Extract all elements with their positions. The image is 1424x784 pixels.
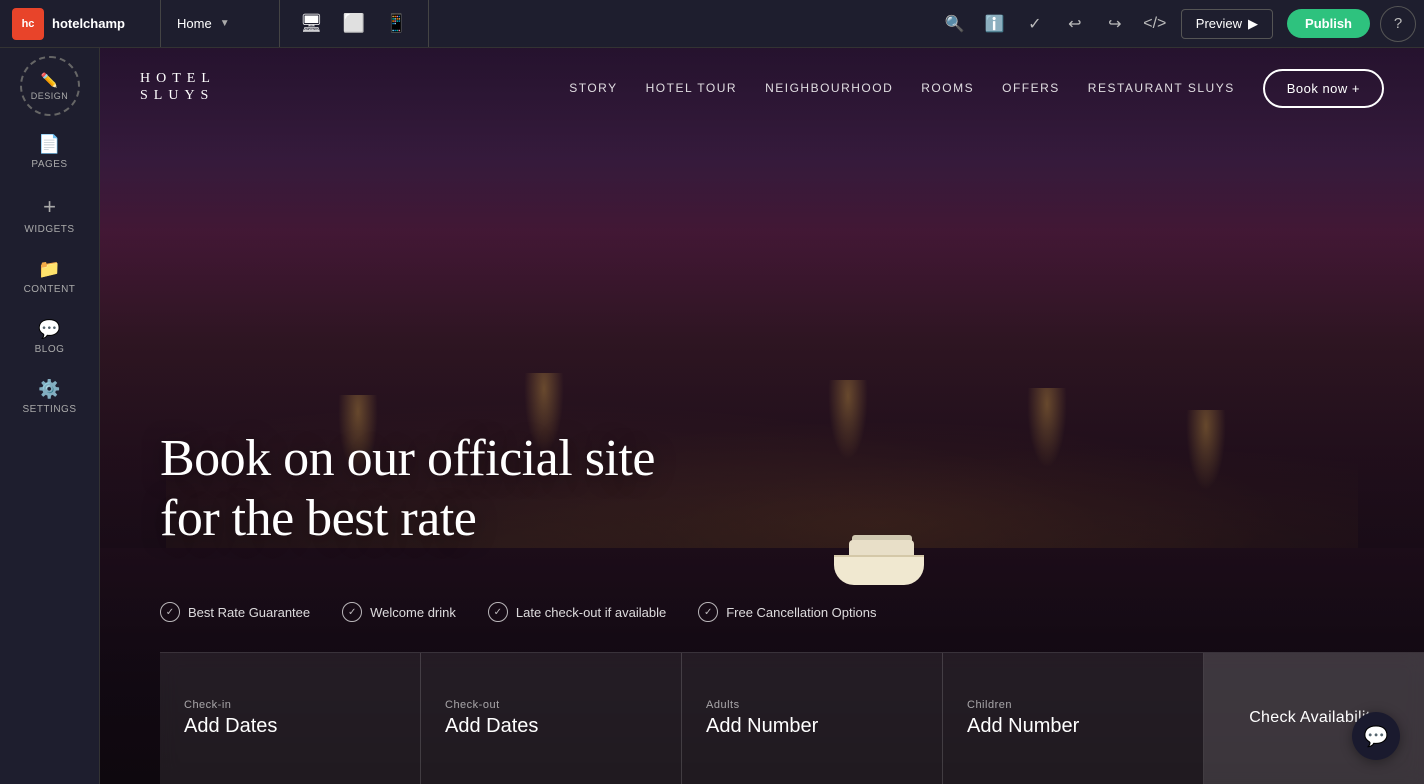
pages-icon: 📄	[38, 134, 60, 155]
content-label: CONTENT	[24, 284, 76, 295]
lamp-glow-3	[828, 380, 868, 460]
hotelchamp-logo-text: hotelchamp	[52, 16, 125, 31]
settings-label: SETTINGS	[22, 404, 76, 415]
adults-value: Add Number	[706, 715, 918, 738]
checkin-label: Check-in	[184, 699, 396, 711]
page-selector-label: Home	[177, 16, 212, 31]
check-icon-2: ✓	[342, 602, 362, 622]
logo-line2: SLUYS	[140, 88, 216, 105]
chat-icon: 💬	[38, 319, 60, 340]
check-icon-4: ✓	[698, 602, 718, 622]
preview-label: Preview	[1196, 16, 1242, 31]
children-label: Children	[967, 699, 1179, 711]
folder-icon: 📁	[38, 259, 60, 280]
redo-button[interactable]: ↪	[1097, 6, 1133, 42]
widgets-label: WIDGETS	[24, 224, 74, 235]
feature-best-rate: ✓ Best Rate Guarantee	[160, 602, 310, 622]
hero-text: Book on our official site for the best r…	[160, 429, 655, 549]
undo-button[interactable]: ↩	[1057, 6, 1093, 42]
nav-rooms[interactable]: ROOMS	[921, 81, 974, 95]
chat-icon: 💬	[1364, 724, 1389, 749]
sidebar-item-widgets[interactable]: + WIDGETS	[10, 184, 90, 245]
plus-icon: +	[43, 194, 56, 220]
site-navigation: HOTEL SLUYS STORY HOTEL TOUR NEIGHBOURHO…	[100, 48, 1424, 128]
booking-bar: Check-in Add Dates Check-out Add Dates A…	[160, 652, 1424, 784]
hero-line1: Book on our official site	[160, 430, 655, 487]
toolbar-actions: 🔍 ℹ️ ✓ ↩ ↪ </> Preview ▶ Publish ?	[929, 6, 1424, 42]
nav-restaurant[interactable]: RESTAURANT SLUYS	[1088, 81, 1235, 95]
chevron-down-icon: ▼	[220, 18, 230, 29]
checkout-value: Add Dates	[445, 715, 657, 738]
canvas: HOTEL SLUYS STORY HOTEL TOUR NEIGHBOURHO…	[100, 48, 1424, 784]
book-now-button[interactable]: Book now +	[1263, 69, 1384, 108]
feature-label-3: Late check-out if available	[516, 605, 666, 620]
preview-button[interactable]: Preview ▶	[1181, 9, 1273, 39]
boat-body	[834, 555, 924, 585]
check-icon-3: ✓	[488, 602, 508, 622]
lamp-glow-4	[1027, 388, 1067, 468]
sidebar-item-settings[interactable]: ⚙️ SETTINGS	[10, 369, 90, 425]
sidebar-item-content[interactable]: 📁 CONTENT	[10, 249, 90, 305]
gear-icon: ⚙️	[38, 379, 60, 400]
sidebar: ✏️ DESIGN 📄 PAGES + WIDGETS 📁 CONTENT 💬 …	[0, 48, 100, 784]
nav-neighbourhood[interactable]: NEIGHBOURHOOD	[765, 81, 893, 95]
checkout-field[interactable]: Check-out Add Dates	[421, 653, 682, 784]
main-layout: ✏️ DESIGN 📄 PAGES + WIDGETS 📁 CONTENT 💬 …	[0, 48, 1424, 784]
checkout-label: Check-out	[445, 699, 657, 711]
lamp-glow-5	[1186, 410, 1226, 490]
website-preview: HOTEL SLUYS STORY HOTEL TOUR NEIGHBOURHO…	[100, 48, 1424, 784]
children-value: Add Number	[967, 715, 1179, 738]
checkin-field[interactable]: Check-in Add Dates	[160, 653, 421, 784]
boat	[824, 525, 934, 585]
site-logo: HOTEL SLUYS	[140, 71, 216, 105]
code-button[interactable]: </>	[1137, 6, 1173, 42]
tablet-icon[interactable]: ⬜	[339, 9, 369, 38]
children-field[interactable]: Children Add Number	[943, 653, 1204, 784]
check-button[interactable]: ✓	[1017, 6, 1053, 42]
features-bar: ✓ Best Rate Guarantee ✓ Welcome drink ✓ …	[100, 602, 1424, 622]
feature-label-1: Best Rate Guarantee	[188, 605, 310, 620]
design-label: DESIGN	[31, 91, 69, 101]
mobile-icon[interactable]: 📱	[381, 9, 411, 38]
check-icon-1: ✓	[160, 602, 180, 622]
feature-label-2: Welcome drink	[370, 605, 456, 620]
logo[interactable]: hc hotelchamp	[0, 0, 160, 47]
chat-widget-button[interactable]: 💬	[1352, 712, 1400, 760]
adults-field[interactable]: Adults Add Number	[682, 653, 943, 784]
adults-label: Adults	[706, 699, 918, 711]
play-icon: ▶	[1248, 16, 1258, 32]
search-button[interactable]: 🔍	[937, 6, 973, 42]
sidebar-item-pages[interactable]: 📄 PAGES	[10, 124, 90, 180]
feature-cancellation: ✓ Free Cancellation Options	[698, 602, 876, 622]
nav-story[interactable]: STORY	[569, 81, 617, 95]
pages-label: PAGES	[31, 159, 67, 170]
help-button[interactable]: ?	[1380, 6, 1416, 42]
logo-line1: HOTEL	[140, 71, 216, 88]
info-button[interactable]: ℹ️	[977, 6, 1013, 42]
nav-offers[interactable]: OFFERS	[1002, 81, 1060, 95]
feature-late-checkout: ✓ Late check-out if available	[488, 602, 666, 622]
toolbar: hc hotelchamp Home ▼ 🖥 ⬜ 📱 🔍 ℹ️ ✓ ↩ ↪ </…	[0, 0, 1424, 48]
hero-heading: Book on our official site for the best r…	[160, 429, 655, 549]
nav-hotel-tour[interactable]: HOTEL TOUR	[646, 81, 737, 95]
nav-links: STORY HOTEL TOUR NEIGHBOURHOOD ROOMS OFF…	[569, 69, 1384, 108]
feature-welcome-drink: ✓ Welcome drink	[342, 602, 456, 622]
publish-button[interactable]: Publish	[1287, 9, 1370, 38]
blog-label: BLOG	[35, 344, 65, 355]
checkin-value: Add Dates	[184, 715, 396, 738]
device-switcher: 🖥 ⬜ 📱	[280, 0, 429, 47]
hero-line2: for the best rate	[160, 490, 476, 547]
sidebar-item-blog[interactable]: 💬 BLOG	[10, 309, 90, 365]
page-selector[interactable]: Home ▼	[160, 0, 280, 47]
feature-label-4: Free Cancellation Options	[726, 605, 876, 620]
sidebar-item-design[interactable]: ✏️ DESIGN	[20, 56, 80, 116]
pencil-icon: ✏️	[41, 72, 58, 89]
hotelchamp-logo-icon: hc	[12, 8, 44, 40]
desktop-icon[interactable]: 🖥	[296, 9, 327, 38]
